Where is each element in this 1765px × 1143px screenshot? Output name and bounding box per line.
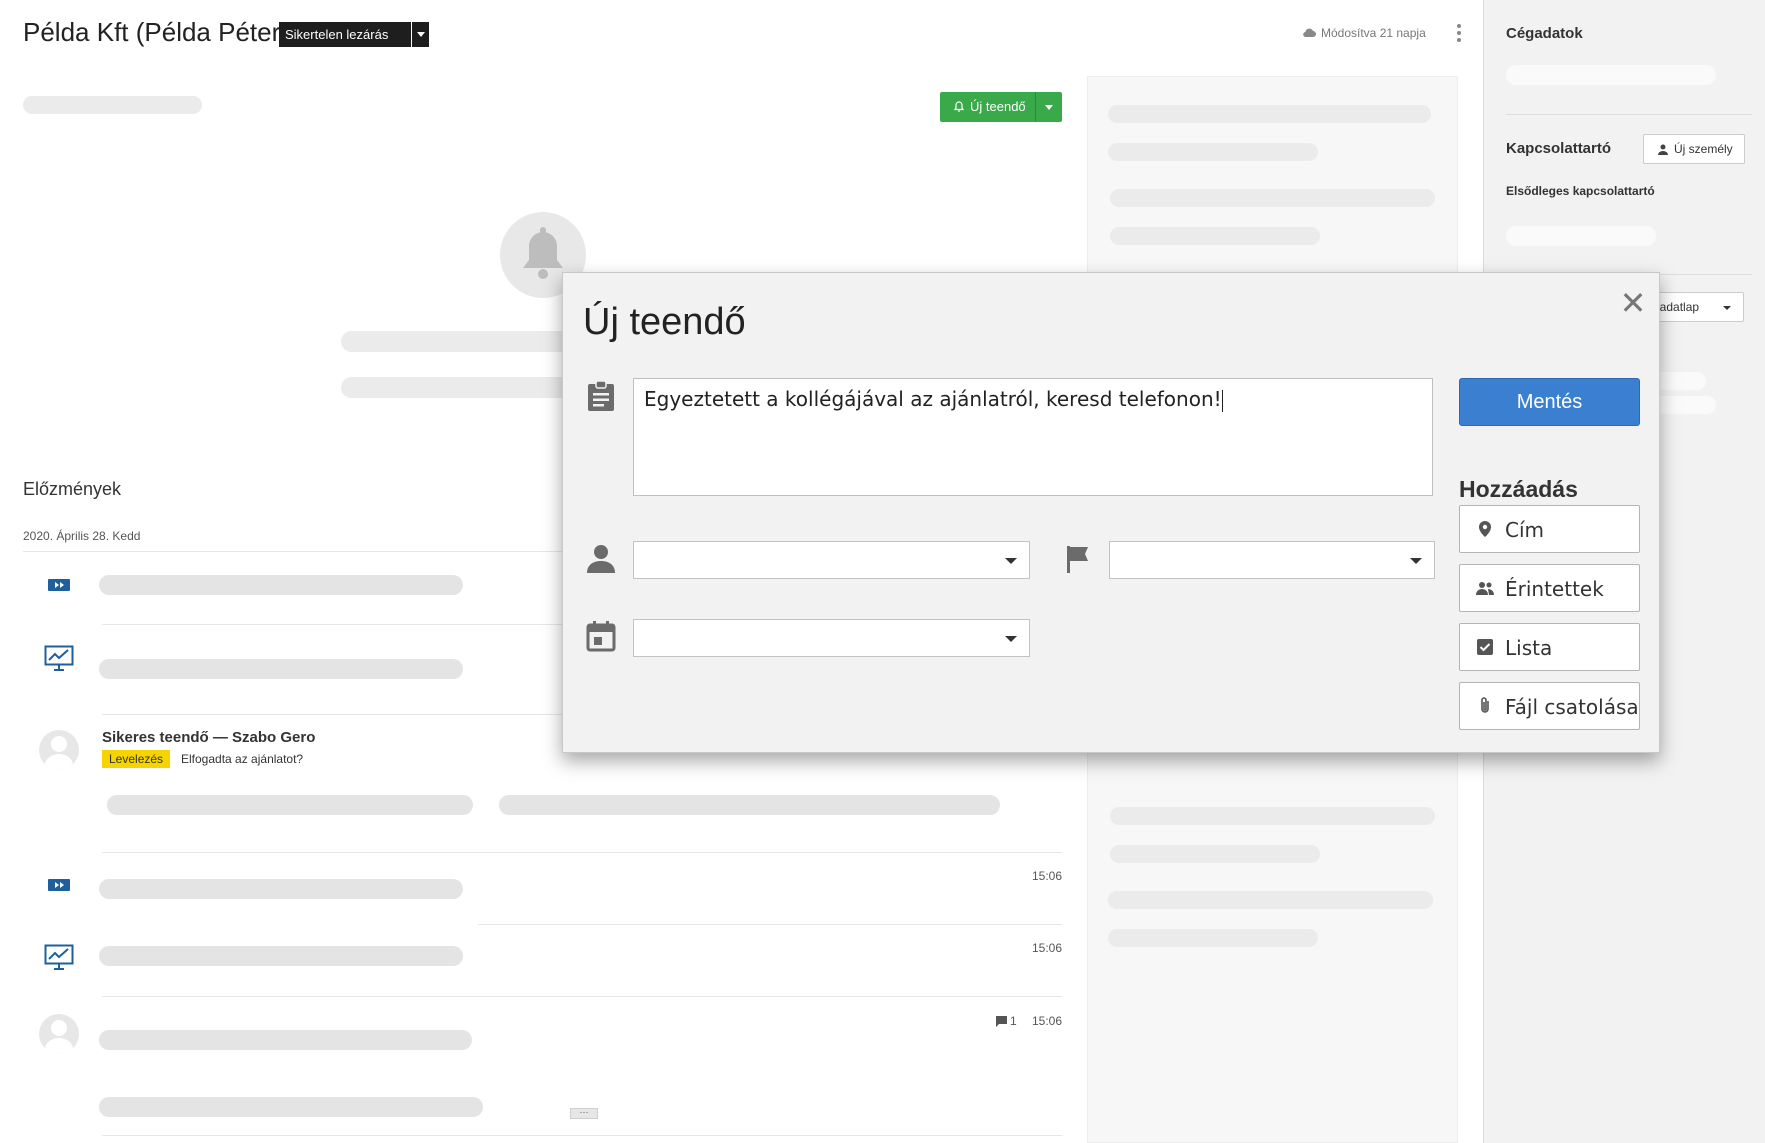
add-list-button[interactable]: Lista [1459, 623, 1640, 671]
avatar [39, 1014, 79, 1054]
show-more-button[interactable]: ··· [570, 1108, 598, 1119]
task-description-input[interactable]: Egyeztetett a kollégájával az ajánlatról… [633, 378, 1433, 496]
page-title: Példa Kft (Példa Péter) [23, 17, 289, 47]
add-affected-button[interactable]: Érintettek [1459, 564, 1640, 612]
loading-placeholder [1506, 226, 1656, 246]
category-tag: Levelezés [102, 750, 171, 768]
history-time: 15:06 [1032, 1014, 1063, 1028]
new-person-label: Új személy [1674, 142, 1733, 156]
flag-icon [1067, 546, 1088, 573]
loading-placeholder [23, 96, 202, 114]
loading-placeholder [341, 331, 571, 352]
add-heading: Hozzáadás [1459, 476, 1578, 502]
loading-placeholder [99, 879, 463, 899]
bell-icon [954, 101, 964, 112]
presentation-icon [44, 944, 74, 970]
location-pin-icon [1479, 521, 1491, 537]
chevron-down-icon[interactable] [411, 22, 429, 47]
comment-count: 1 [1010, 1014, 1017, 1028]
forward-icon [48, 879, 70, 891]
company-data-heading: Cégadatok [1506, 25, 1583, 42]
history-heading: Előzmények [23, 479, 122, 499]
modal-title: Új teendő [583, 301, 746, 343]
new-task-modal: Új teendő ✕ Egyeztetett a kollégájával a… [562, 272, 1660, 753]
new-person-button[interactable]: Új személy [1643, 134, 1745, 164]
history-entry-title[interactable]: Sikeres teendő — Szabo Gero [102, 729, 315, 746]
new-task-label: Új teendő [970, 99, 1026, 114]
priority-select[interactable] [1109, 541, 1435, 579]
cloud-icon [1303, 28, 1316, 38]
task-description-text: Egyeztetett a kollégájával az ajánlatról… [644, 387, 1222, 411]
add-address-button[interactable]: Cím [1459, 505, 1640, 553]
checkbox-icon [1477, 639, 1493, 655]
contact-heading: Kapcsolattartó [1506, 140, 1612, 157]
clipboard-icon [588, 380, 614, 411]
avatar [39, 730, 79, 770]
loading-placeholder [99, 575, 463, 595]
calendar-icon [586, 621, 616, 652]
comment-icon [996, 1016, 1007, 1027]
person-icon [587, 545, 615, 573]
people-icon [1476, 582, 1494, 595]
more-options-icon[interactable] [1455, 22, 1463, 44]
primary-contact-label: Elsődleges kapcsolattartó [1506, 184, 1655, 198]
loading-placeholder [499, 795, 1000, 815]
modified-label: Módosítva 21 napja [1321, 26, 1426, 40]
due-date-select[interactable] [633, 619, 1030, 657]
person-icon [1658, 144, 1668, 155]
new-task-dropdown-toggle[interactable] [1035, 92, 1062, 122]
status-label: Sikertelen lezárás [285, 27, 389, 42]
loading-placeholder [1506, 65, 1716, 85]
save-button[interactable]: Mentés [1459, 378, 1640, 426]
history-time: 15:06 [1032, 869, 1063, 883]
chevron-down-icon [1723, 306, 1731, 310]
forward-icon [48, 579, 70, 591]
loading-placeholder [99, 1097, 483, 1117]
loading-placeholder [99, 1030, 472, 1050]
paperclip-icon [1481, 697, 1489, 713]
history-date: 2020. Április 28. Kedd [23, 529, 141, 543]
attach-file-button[interactable]: Fájl csatolása [1459, 682, 1640, 730]
status-dropdown[interactable]: Sikertelen lezárás [279, 22, 429, 47]
history-entry-text: Elfogadta az ajánlatot? [181, 752, 304, 766]
add-address-label: Cím [1505, 518, 1545, 542]
close-icon[interactable]: ✕ [1619, 287, 1647, 319]
attach-file-label: Fájl csatolása [1505, 695, 1639, 719]
loading-placeholder [341, 377, 571, 398]
loading-placeholder [99, 946, 463, 966]
presentation-icon [44, 645, 74, 671]
loading-placeholder [107, 795, 473, 815]
add-affected-label: Érintettek [1505, 577, 1604, 601]
history-time: 15:06 [1032, 941, 1063, 955]
loading-placeholder [99, 659, 463, 679]
modified-info: Módosítva 21 napja [1303, 26, 1426, 40]
assignee-select[interactable] [633, 541, 1030, 579]
add-list-label: Lista [1505, 636, 1553, 660]
